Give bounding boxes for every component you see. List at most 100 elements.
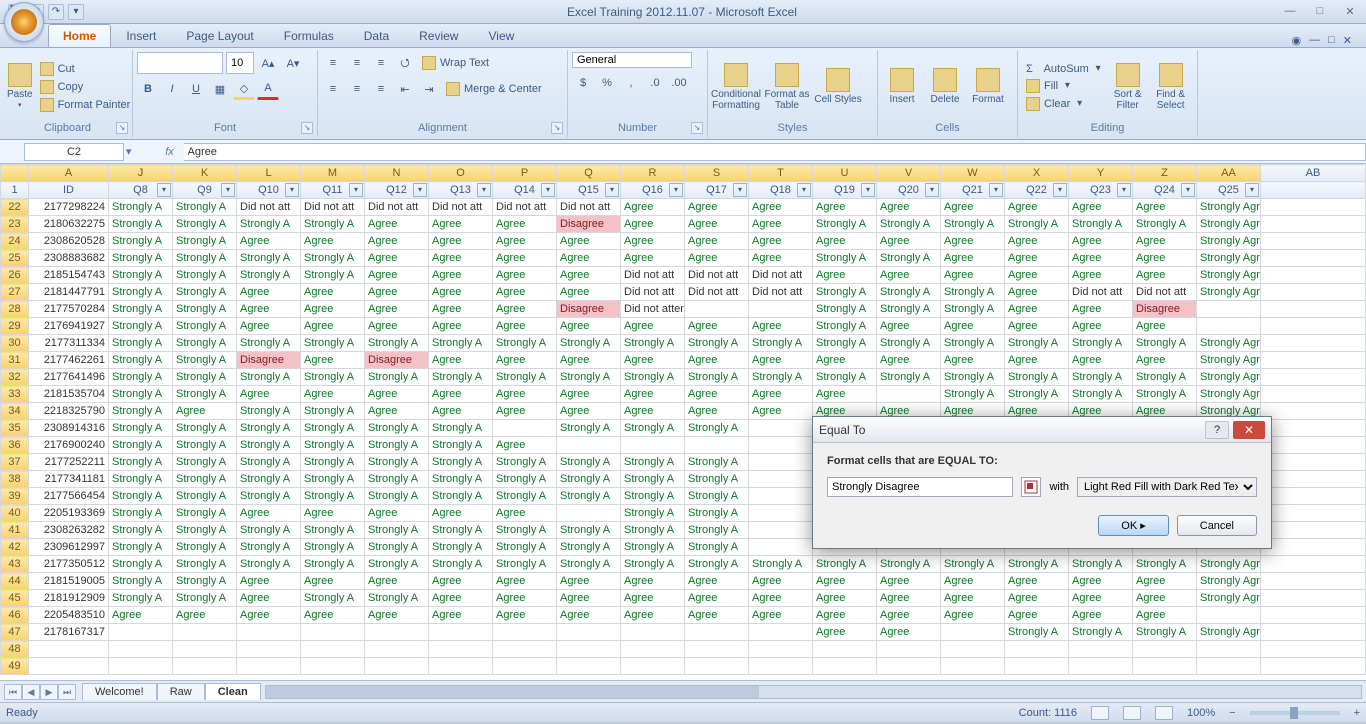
row-header[interactable]: 26 bbox=[1, 267, 29, 284]
cell[interactable]: Agree bbox=[365, 403, 429, 420]
column-header[interactable]: Q13▾ bbox=[429, 182, 493, 199]
cell[interactable] bbox=[941, 641, 1005, 658]
cell[interactable]: Disagree bbox=[557, 216, 621, 233]
cell[interactable]: Strongly A bbox=[621, 539, 685, 556]
cell[interactable]: Agree bbox=[941, 318, 1005, 335]
cell[interactable]: Agree bbox=[173, 607, 237, 624]
cell[interactable]: Strongly A bbox=[749, 556, 813, 573]
cell[interactable]: Strongly Agree bbox=[1197, 199, 1261, 216]
column-header[interactable]: Q21▾ bbox=[941, 182, 1005, 199]
cell[interactable]: Strongly A bbox=[429, 420, 493, 437]
cell[interactable]: 2205193369 bbox=[29, 505, 109, 522]
cell[interactable]: Strongly Agree bbox=[1197, 335, 1261, 352]
cell[interactable]: Strongly A bbox=[877, 335, 941, 352]
cell[interactable]: 2176941927 bbox=[29, 318, 109, 335]
column-letter[interactable]: Z bbox=[1133, 165, 1197, 182]
cell[interactable]: Strongly A bbox=[109, 216, 173, 233]
align-left-icon[interactable]: ≡ bbox=[322, 78, 344, 100]
cell[interactable]: Strongly A bbox=[301, 590, 365, 607]
cell[interactable]: Disagree bbox=[237, 352, 301, 369]
column-header[interactable]: Q17▾ bbox=[685, 182, 749, 199]
cell[interactable] bbox=[749, 488, 813, 505]
page-layout-view-icon[interactable] bbox=[1123, 706, 1141, 720]
cell[interactable]: Agree bbox=[301, 505, 365, 522]
row-header[interactable]: 49 bbox=[1, 658, 29, 675]
cell[interactable]: Strongly A bbox=[237, 216, 301, 233]
cell[interactable]: 2309612997 bbox=[29, 539, 109, 556]
cell[interactable]: Agree bbox=[1133, 590, 1197, 607]
cell[interactable]: Strongly A bbox=[493, 369, 557, 386]
cancel-button[interactable]: Cancel bbox=[1177, 515, 1257, 536]
filter-button[interactable]: ▾ bbox=[861, 183, 875, 197]
cancel-formula-icon[interactable] bbox=[138, 146, 158, 158]
row-header[interactable]: 48 bbox=[1, 641, 29, 658]
cell[interactable]: Strongly A bbox=[237, 403, 301, 420]
cell[interactable]: Agree bbox=[493, 284, 557, 301]
cell[interactable]: Agree bbox=[301, 233, 365, 250]
cell[interactable]: Agree bbox=[493, 505, 557, 522]
cell[interactable]: Strongly A bbox=[109, 301, 173, 318]
cell[interactable]: Agree bbox=[1005, 607, 1069, 624]
cell[interactable]: Strongly A bbox=[173, 386, 237, 403]
cell[interactable]: Strongly A bbox=[173, 352, 237, 369]
cell[interactable]: Strongly A bbox=[301, 454, 365, 471]
sheet-tab-welcome[interactable]: Welcome! bbox=[82, 683, 157, 700]
cell[interactable]: Strongly A bbox=[685, 454, 749, 471]
cell[interactable]: Agree bbox=[621, 352, 685, 369]
cell[interactable]: Agree bbox=[813, 233, 877, 250]
filter-button[interactable]: ▾ bbox=[157, 183, 171, 197]
cell[interactable]: 2218325790 bbox=[29, 403, 109, 420]
align-middle-icon[interactable]: ≡ bbox=[346, 52, 368, 74]
cell[interactable] bbox=[749, 471, 813, 488]
cell[interactable]: Strongly A bbox=[685, 539, 749, 556]
font-size-combo[interactable] bbox=[226, 52, 254, 74]
tab-page-layout[interactable]: Page Layout bbox=[171, 24, 268, 47]
row-header[interactable]: 37 bbox=[1, 454, 29, 471]
cell[interactable]: Strongly Agree bbox=[1197, 233, 1261, 250]
cell[interactable] bbox=[493, 641, 557, 658]
column-header[interactable] bbox=[1261, 182, 1366, 199]
cell[interactable]: Strongly A bbox=[941, 386, 1005, 403]
cell[interactable]: Agree bbox=[237, 233, 301, 250]
cell[interactable]: Strongly Agree bbox=[1197, 556, 1261, 573]
cell[interactable]: Strongly A bbox=[941, 301, 1005, 318]
cell[interactable]: Strongly A bbox=[365, 522, 429, 539]
cell[interactable]: Strongly A bbox=[813, 301, 877, 318]
cell[interactable] bbox=[1005, 641, 1069, 658]
cell[interactable]: Agree bbox=[429, 386, 493, 403]
cell[interactable] bbox=[877, 386, 941, 403]
cell[interactable] bbox=[29, 658, 109, 675]
cell[interactable]: Strongly A bbox=[237, 335, 301, 352]
cell[interactable]: Strongly A bbox=[621, 522, 685, 539]
cell[interactable]: 2181912909 bbox=[29, 590, 109, 607]
cell[interactable]: Agree bbox=[749, 250, 813, 267]
cell[interactable]: Agree bbox=[1005, 250, 1069, 267]
cell[interactable]: 2205483510 bbox=[29, 607, 109, 624]
cell[interactable]: Agree bbox=[941, 233, 1005, 250]
cell[interactable]: Strongly A bbox=[301, 420, 365, 437]
cell[interactable] bbox=[237, 658, 301, 675]
column-letter[interactable]: R bbox=[621, 165, 685, 182]
cell[interactable]: 2176900240 bbox=[29, 437, 109, 454]
cell[interactable]: Strongly A bbox=[109, 318, 173, 335]
cell[interactable]: Agree bbox=[493, 607, 557, 624]
cell[interactable]: Strongly A bbox=[429, 454, 493, 471]
cell[interactable]: Strongly A bbox=[173, 369, 237, 386]
cell[interactable]: Agree bbox=[1133, 233, 1197, 250]
cell[interactable] bbox=[621, 641, 685, 658]
cell[interactable]: Agree bbox=[813, 386, 877, 403]
cell[interactable] bbox=[1069, 658, 1133, 675]
cell[interactable]: Strongly A bbox=[493, 522, 557, 539]
row-header[interactable]: 46 bbox=[1, 607, 29, 624]
cell[interactable]: Strongly A bbox=[621, 505, 685, 522]
cell[interactable]: Agree bbox=[1005, 284, 1069, 301]
column-letter[interactable]: AB bbox=[1261, 165, 1366, 182]
cell[interactable]: Agree bbox=[365, 607, 429, 624]
cell[interactable]: Strongly A bbox=[1005, 386, 1069, 403]
cell[interactable]: Strongly A bbox=[493, 454, 557, 471]
sheet-nav-prev-icon[interactable]: ◀ bbox=[22, 684, 40, 700]
cell[interactable]: Strongly A bbox=[877, 556, 941, 573]
cell[interactable] bbox=[301, 641, 365, 658]
paste-button[interactable]: Paste▾ bbox=[7, 54, 33, 120]
column-header[interactable]: Q25▾ bbox=[1197, 182, 1261, 199]
